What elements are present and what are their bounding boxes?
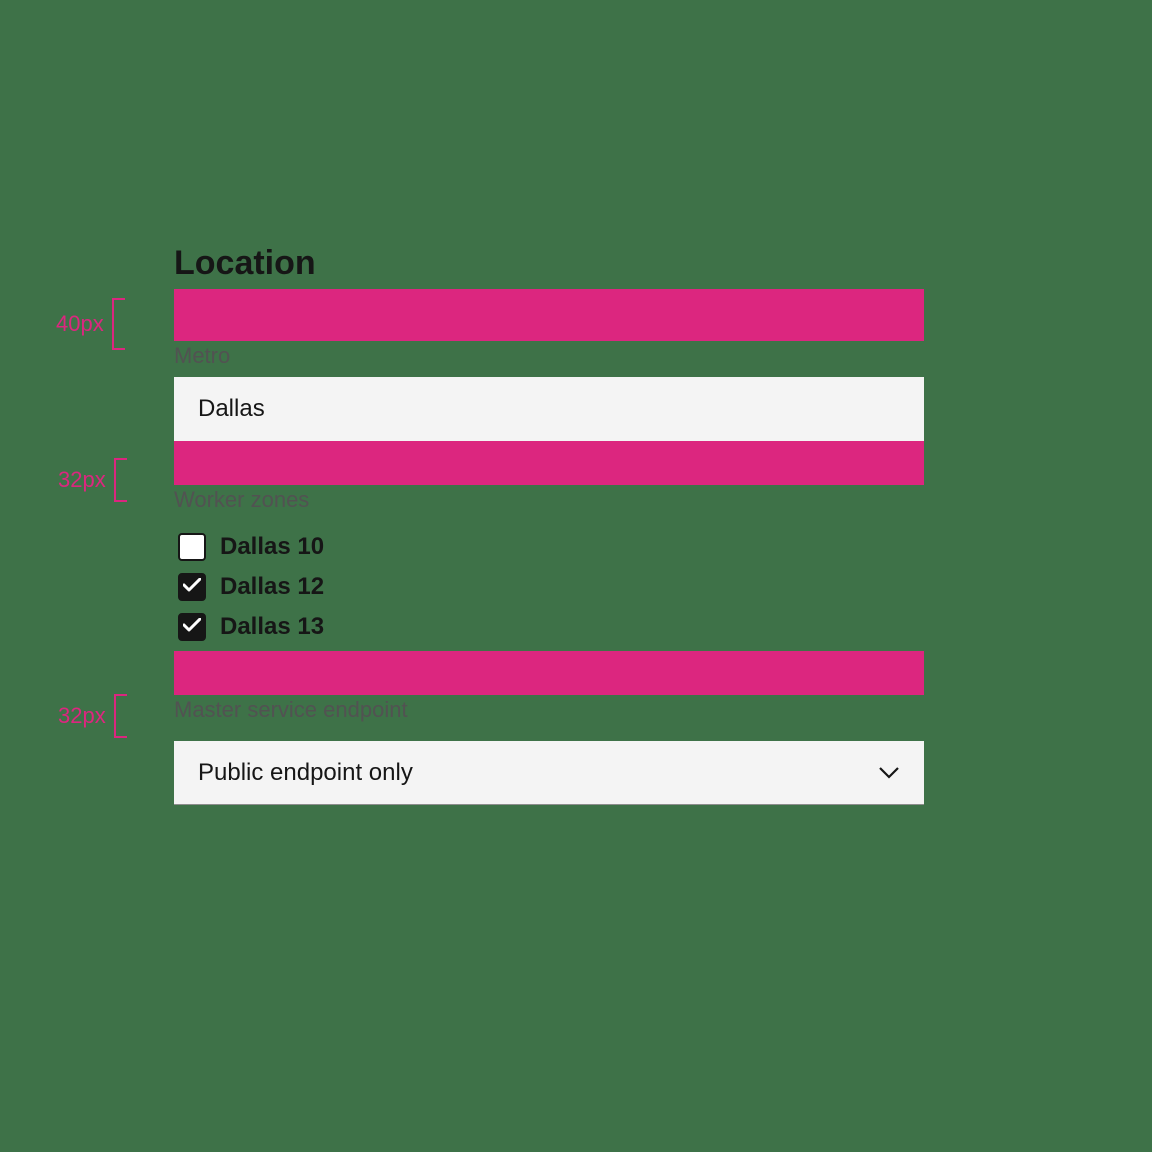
worker-zone-row: Dallas 12 xyxy=(174,567,924,607)
spacing-bracket-32a xyxy=(114,458,126,502)
endpoint-value: Public endpoint only xyxy=(198,759,413,787)
worker-zones-label: Worker zones xyxy=(174,485,924,521)
chevron-down-icon xyxy=(878,759,900,787)
check-icon xyxy=(183,618,201,637)
endpoint-select[interactable]: Public endpoint only xyxy=(174,741,924,805)
spacing-bracket-32b xyxy=(114,694,126,738)
worker-zone-row: Dallas 13 xyxy=(174,607,924,647)
highlight-spacer-40 xyxy=(174,289,924,341)
spacing-label-32b: 32px xyxy=(58,703,106,729)
metro-value: Dallas xyxy=(198,395,265,423)
checkbox-dallas-13[interactable] xyxy=(178,613,206,641)
highlight-spacer-32a xyxy=(174,441,924,485)
spacing-label-40: 40px xyxy=(56,311,104,337)
metro-input[interactable]: Dallas xyxy=(174,377,924,441)
checkbox-label: Dallas 13 xyxy=(220,613,324,641)
spacing-bracket-40 xyxy=(112,298,124,350)
location-section: Location Metro Dallas Worker zones Dalla… xyxy=(174,244,924,805)
checkbox-dallas-10[interactable] xyxy=(178,533,206,561)
check-icon xyxy=(183,578,201,597)
highlight-spacer-32b xyxy=(174,651,924,695)
checkbox-dallas-12[interactable] xyxy=(178,573,206,601)
checkbox-label: Dallas 10 xyxy=(220,533,324,561)
checkbox-label: Dallas 12 xyxy=(220,573,324,601)
section-title: Location xyxy=(174,244,924,283)
worker-zones-group: Dallas 10 Dallas 12 Dallas 13 xyxy=(174,521,924,647)
worker-zone-row: Dallas 10 xyxy=(174,527,924,567)
endpoint-label: Master service endpoint xyxy=(174,695,924,731)
metro-label: Metro xyxy=(174,341,924,377)
spacing-label-32a: 32px xyxy=(58,467,106,493)
